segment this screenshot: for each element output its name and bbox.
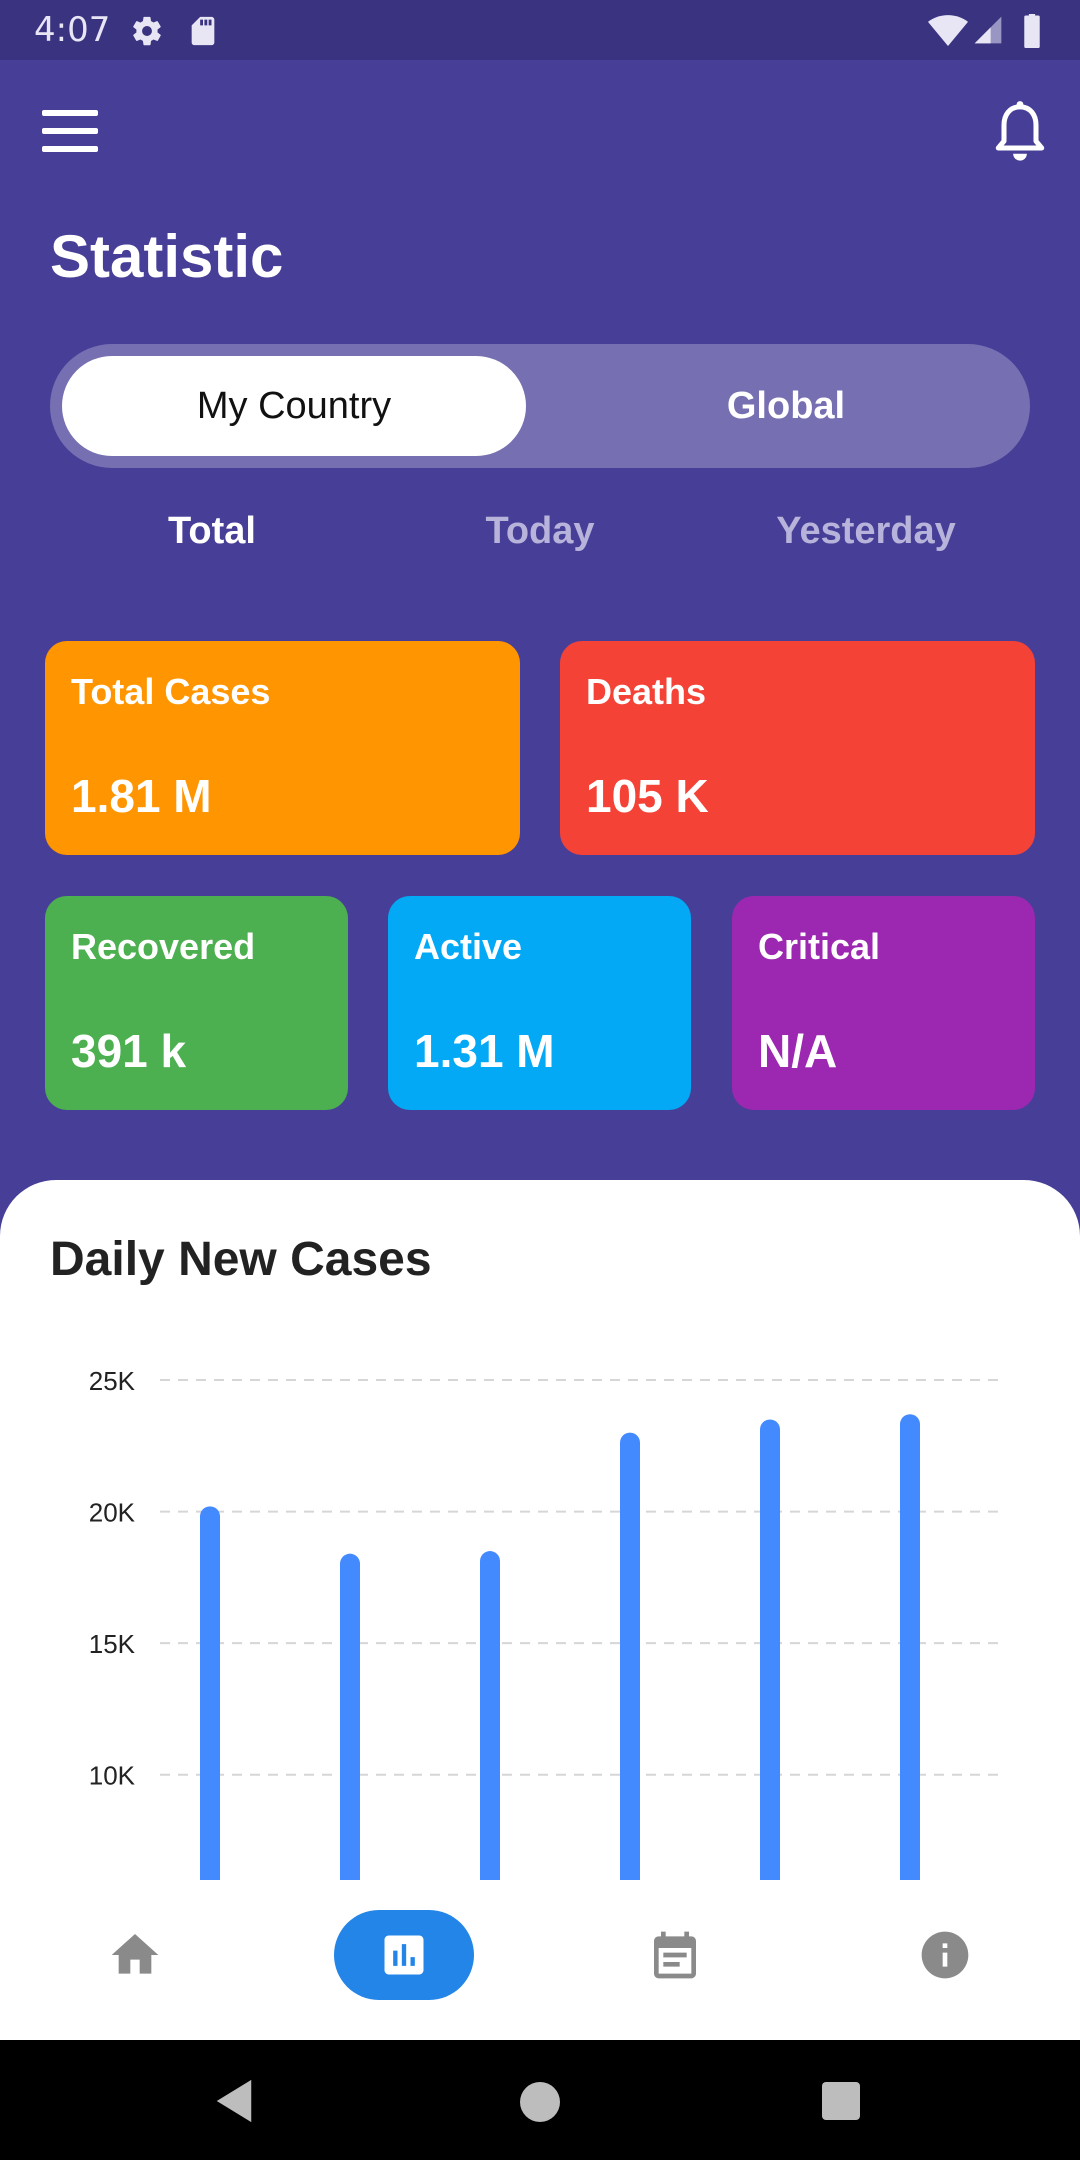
page-title: Statistic — [50, 223, 284, 290]
chart-bar — [340, 1553, 360, 1880]
tab-total[interactable]: Total — [62, 510, 362, 553]
tab-yesterday[interactable]: Yesterday — [716, 510, 1016, 553]
home-circle-icon[interactable] — [518, 2080, 562, 2124]
hamburger-menu-icon[interactable] — [42, 110, 98, 154]
total-cases-card: Total Cases 1.81 M — [45, 641, 520, 855]
active-value: 1.31 M — [414, 1025, 555, 1077]
y-tick-label: 25K — [89, 1366, 136, 1396]
app-top-bar — [0, 60, 1080, 200]
deaths-label: Deaths — [586, 671, 707, 712]
system-navigation-bar — [0, 2040, 1080, 2160]
status-time: 4:07 — [34, 10, 111, 50]
y-tick-label: 15K — [89, 1629, 136, 1659]
battery-icon — [1024, 14, 1040, 48]
total-cases-value: 1.81 M — [71, 770, 212, 822]
gear-icon — [133, 16, 161, 46]
critical-card: Critical N/A — [732, 896, 1035, 1110]
critical-value: N/A — [758, 1025, 838, 1077]
recovered-label: Recovered — [71, 926, 256, 967]
tab-today[interactable]: Today — [390, 510, 690, 553]
status-bar: 4:07 — [0, 0, 1080, 60]
chart-bar — [200, 1506, 220, 1880]
info-icon — [921, 1931, 969, 1979]
active-card: Active 1.31 M — [388, 896, 691, 1110]
total-cases-label: Total Cases — [71, 671, 271, 712]
wifi-icon — [928, 15, 968, 46]
calendar-icon — [654, 1931, 696, 1979]
country-global-toggle: My Country Global — [50, 344, 1030, 468]
chart-bar — [620, 1432, 640, 1880]
y-tick-label: 20K — [89, 1498, 136, 1528]
period-tabs: Total Today Yesterday — [0, 510, 1080, 580]
back-icon[interactable] — [212, 2078, 256, 2124]
chart-bar — [760, 1419, 780, 1880]
recovered-card: Recovered 391 k — [45, 896, 348, 1110]
bar-chart-icon — [384, 1935, 424, 1975]
sd-card-icon — [191, 16, 215, 46]
recents-square-icon[interactable] — [820, 2080, 862, 2122]
daily-new-cases-chart: 25K 20K 15K 10K — [89, 1366, 1000, 1880]
y-tick-label: 10K — [89, 1761, 136, 1791]
global-button[interactable]: Global — [554, 356, 1018, 456]
nav-statistics[interactable] — [334, 1910, 474, 2000]
home-icon — [111, 1934, 159, 1974]
active-label: Active — [414, 926, 523, 967]
signal-icon — [974, 16, 1002, 44]
nav-home[interactable] — [95, 1910, 175, 2000]
chart-bar — [480, 1551, 500, 1880]
chart-bar — [900, 1414, 920, 1880]
nav-info[interactable] — [905, 1910, 985, 2000]
recovered-value: 391 k — [71, 1025, 187, 1077]
deaths-value: 105 K — [586, 770, 709, 822]
chart-title: Daily New Cases — [50, 1233, 432, 1286]
critical-label: Critical — [758, 926, 881, 967]
bottom-navigation — [0, 1880, 1080, 2040]
bell-icon[interactable] — [992, 100, 1048, 164]
nav-calendar[interactable] — [635, 1910, 715, 2000]
my-country-button[interactable]: My Country — [62, 356, 526, 456]
deaths-card: Deaths 105 K — [560, 641, 1035, 855]
